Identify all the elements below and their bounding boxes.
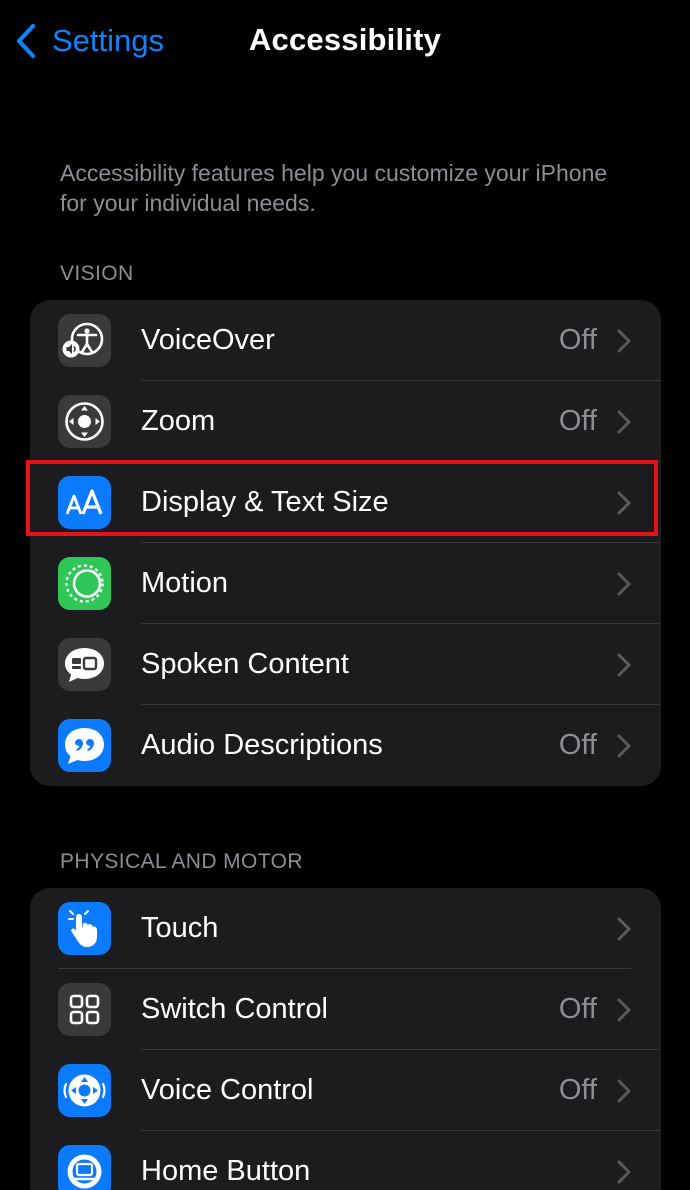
row-label: Spoken Content (141, 648, 349, 680)
row-label: Motion (141, 567, 229, 599)
chevron-right-icon (617, 653, 631, 677)
row-label: Display & Text Size (141, 486, 389, 518)
display-text-size-icon (58, 476, 111, 529)
row-home-button[interactable]: Home Button (30, 1131, 661, 1190)
zoom-icon (58, 395, 111, 448)
motion-icon (58, 557, 111, 610)
chevron-right-icon (617, 998, 631, 1022)
voice-control-icon (58, 1064, 111, 1117)
row-label: Voice Control (141, 1074, 314, 1106)
chevron-right-icon (617, 572, 631, 596)
row-motion[interactable]: Motion (30, 543, 661, 624)
row-label: Home Button (141, 1155, 311, 1187)
chevron-right-icon (617, 917, 631, 941)
row-label: Zoom (141, 405, 216, 437)
row-voice-control[interactable]: Voice Control Off (30, 1050, 661, 1131)
section-header-vision: VISION (60, 262, 134, 285)
row-touch[interactable]: Touch (30, 888, 661, 969)
physical-motor-group: Touch Switch Control Off Voice Control O… (30, 888, 661, 1190)
spoken-content-icon (58, 638, 111, 691)
row-switch-control[interactable]: Switch Control Off (30, 969, 661, 1050)
chevron-right-icon (617, 410, 631, 434)
row-value: Off (558, 993, 597, 1025)
chevron-right-icon (617, 734, 631, 758)
section-header-physical-motor: PHYSICAL AND MOTOR (60, 850, 303, 873)
chevron-right-icon (617, 329, 631, 353)
chevron-right-icon (617, 1079, 631, 1103)
chevron-right-icon (617, 491, 631, 515)
home-button-icon (58, 1145, 111, 1190)
row-label: VoiceOver (141, 324, 275, 356)
vision-group: VoiceOver Off Zoom Off Display & Text Si… (30, 300, 661, 786)
intro-description: Accessibility features help you customiz… (60, 160, 608, 216)
row-value: Off (558, 1074, 597, 1106)
chevron-right-icon (617, 1160, 631, 1184)
page-title: Accessibility (248, 22, 442, 57)
row-audio-descriptions[interactable]: Audio Descriptions Off (30, 705, 661, 786)
switch-control-icon (58, 983, 111, 1036)
row-display-text-size[interactable]: Display & Text Size (30, 462, 661, 543)
row-value: Off (558, 729, 597, 761)
row-label: Switch Control (141, 993, 328, 1025)
navigation-bar: Settings Accessibility (0, 0, 690, 84)
row-label: Audio Descriptions (141, 729, 383, 761)
touch-icon (58, 902, 111, 955)
row-value: Off (558, 405, 597, 437)
row-zoom[interactable]: Zoom Off (30, 381, 661, 462)
voiceover-icon (58, 314, 111, 367)
row-label: Touch (141, 912, 219, 944)
row-spoken-content[interactable]: Spoken Content (30, 624, 661, 705)
row-voiceover[interactable]: VoiceOver Off (30, 300, 661, 381)
audio-descriptions-icon (58, 719, 111, 772)
row-value: Off (558, 324, 597, 356)
